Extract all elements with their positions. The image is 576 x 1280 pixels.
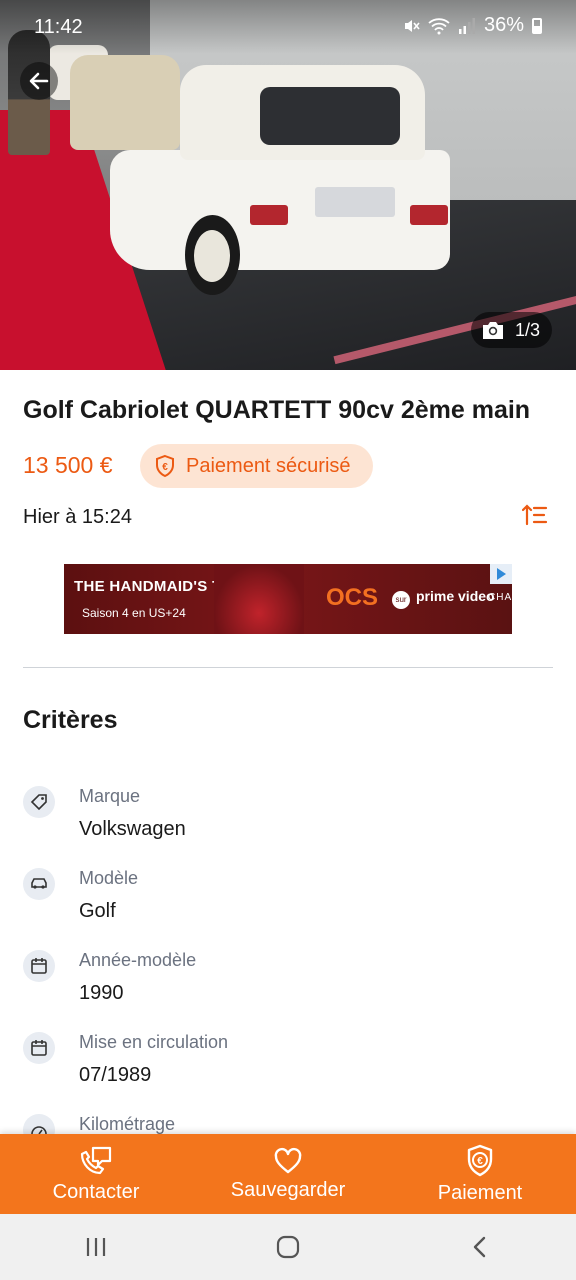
section-divider: [23, 667, 553, 668]
ad-choices-icon[interactable]: [490, 564, 512, 584]
criteria-label: Marque: [79, 786, 141, 806]
ad-banner[interactable]: THE HANDMAID'S TALE Saison 4 en US+24 OC…: [64, 564, 512, 634]
home-icon: [276, 1235, 300, 1259]
back-button[interactable]: [20, 62, 58, 100]
shield-euro-icon: €: [156, 454, 174, 478]
criteria-value: Golf: [79, 900, 116, 922]
shield-euro-icon: €: [467, 1144, 493, 1176]
battery-icon: [532, 17, 542, 34]
car-icon: [23, 868, 55, 900]
payment-button[interactable]: € Paiement: [384, 1134, 576, 1214]
photo-main-car: [110, 65, 455, 295]
recent-apps-button[interactable]: [66, 1217, 126, 1277]
listing-title: Golf Cabriolet QUARTETT 90cv 2ème main: [23, 396, 531, 424]
chevron-left-icon: [473, 1236, 486, 1258]
arrow-left-icon: [29, 72, 49, 90]
heart-icon: [274, 1147, 302, 1173]
speedometer-icon: [23, 1114, 55, 1134]
ad-sur-badge: sur: [392, 591, 410, 609]
ad-brand-logo: OCS: [326, 584, 379, 611]
svg-text:€: €: [162, 462, 168, 473]
criteria-value: Volkswagen: [79, 818, 186, 840]
ad-figure-image: [214, 564, 304, 634]
system-nav-bar: [0, 1214, 576, 1280]
back-nav-button[interactable]: [450, 1217, 510, 1277]
status-bar: 11:42 36%: [0, 0, 576, 54]
status-time: 11:42: [34, 16, 83, 38]
mute-icon: [404, 19, 420, 32]
tag-icon: [23, 786, 55, 818]
save-button[interactable]: Sauvegarder: [192, 1134, 384, 1214]
contact-button[interactable]: Contacter: [0, 1134, 192, 1214]
secure-payment-label: Paiement sécurisé: [186, 454, 351, 477]
phone-message-icon: [80, 1146, 112, 1174]
contact-label: Contacter: [52, 1180, 140, 1203]
ad-subtitle: Saison 4 en US+24: [82, 606, 186, 620]
criteria-item-model: Modèle Golf: [23, 868, 553, 938]
home-button[interactable]: [258, 1217, 318, 1277]
criteria-item-registration: Mise en circulation 07/1989: [23, 1032, 553, 1102]
action-bar: Contacter Sauvegarder € Paiement: [0, 1134, 576, 1214]
criteria-label: Mise en circulation: [79, 1032, 229, 1052]
criteria-item-brand: Marque Volkswagen: [23, 786, 553, 856]
criteria-label: Kilométrage: [79, 1114, 176, 1134]
criteria-title: Critères: [23, 706, 118, 734]
camera-icon: [482, 322, 503, 339]
listing-date: Hier à 15:24: [23, 506, 132, 528]
listing-price: 13 500 €: [23, 452, 113, 478]
sort-icon[interactable]: [522, 502, 548, 528]
status-icons: 36%: [402, 14, 542, 37]
signal-icon: [458, 17, 475, 34]
calendar-icon: [23, 1032, 55, 1064]
calendar-icon: [23, 950, 55, 982]
secure-payment-badge[interactable]: € Paiement sécurisé: [140, 444, 373, 488]
criteria-item-mileage: Kilométrage: [23, 1114, 553, 1134]
ad-channels-label: CHANNELS: [488, 592, 512, 603]
listing-photo[interactable]: 11:42 36% 1/3: [0, 0, 576, 370]
save-label: Sauvegarder: [230, 1178, 346, 1201]
photo-counter[interactable]: 1/3: [470, 312, 552, 348]
criteria-value: 07/1989: [79, 1064, 152, 1086]
ad-service-name: prime video: [416, 588, 495, 604]
criteria-item-model-year: Année-modèle 1990: [23, 950, 553, 1020]
battery-percent: 36%: [483, 14, 524, 36]
photo-counter-text: 1/3: [514, 319, 540, 340]
recent-apps-icon: [86, 1238, 106, 1256]
criteria-value: 1990: [79, 982, 124, 1004]
criteria-label: Année-modèle: [79, 950, 197, 970]
criteria-label: Modèle: [79, 868, 139, 888]
payment-label: Paiement: [437, 1181, 523, 1204]
wifi-icon: [428, 17, 450, 34]
svg-text:€: €: [477, 1156, 483, 1167]
